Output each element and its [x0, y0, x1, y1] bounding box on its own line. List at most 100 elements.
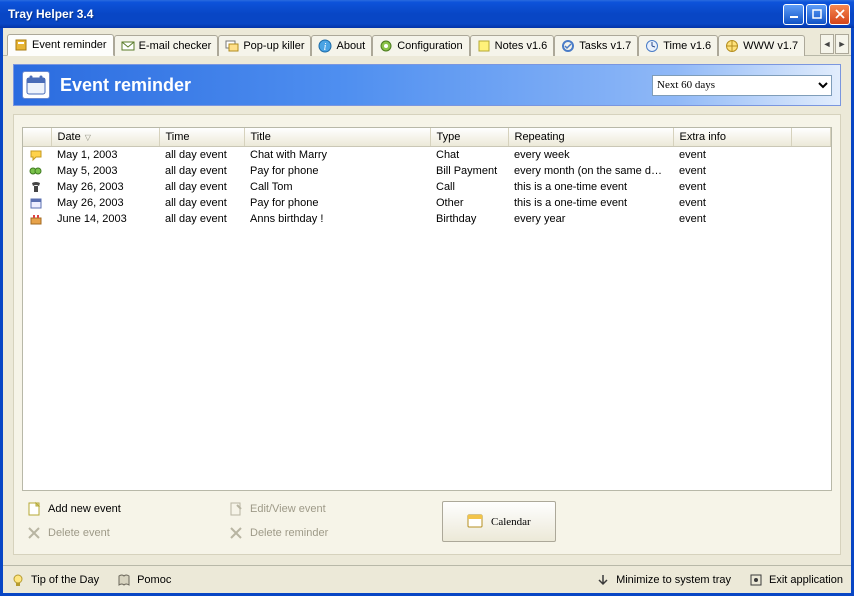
- col-title[interactable]: Title: [244, 128, 430, 147]
- svg-text:i: i: [324, 42, 327, 53]
- tab-about[interactable]: i About: [311, 35, 372, 56]
- tip-of-day-link[interactable]: Tip of the Day: [11, 573, 99, 587]
- col-icon[interactable]: [23, 128, 51, 147]
- cell-title: Anns birthday !: [244, 211, 430, 227]
- tab-scroll-right[interactable]: ►: [835, 34, 849, 54]
- tab-tasks[interactable]: Tasks v1.7: [554, 35, 638, 56]
- statusbar: Tip of the Day Pomoc Minimize to system …: [3, 565, 851, 593]
- grid-header-row: Date▽ Time Title Type Repeating Extra in…: [23, 128, 831, 147]
- cell-title: Pay for phone: [244, 195, 430, 211]
- date-filter: Next 60 days: [652, 75, 832, 96]
- add-event-link[interactable]: Add new event: [26, 501, 216, 517]
- cell-title: Call Tom: [244, 179, 430, 195]
- col-extra[interactable]: Extra info: [673, 128, 791, 147]
- cell-type: Bill Payment: [430, 163, 508, 179]
- cell-extra: event: [673, 211, 791, 227]
- cell-time: all day event: [159, 147, 244, 164]
- cell-time: all day event: [159, 211, 244, 227]
- task-icon: [561, 39, 575, 53]
- cell-type: Other: [430, 195, 508, 211]
- tab-label: Pop-up killer: [243, 40, 304, 52]
- event-type-icon: [29, 148, 43, 162]
- cell-date: June 14, 2003: [51, 211, 159, 227]
- section-title: Event reminder: [60, 75, 191, 96]
- tab-label: Configuration: [397, 40, 462, 52]
- col-date[interactable]: Date▽: [51, 128, 159, 147]
- maximize-button[interactable]: [806, 4, 827, 25]
- tab-label: WWW v1.7: [743, 40, 798, 52]
- tab-scroll: ◄ ►: [820, 34, 849, 54]
- table-row[interactable]: May 5, 2003all day eventPay for phoneBil…: [23, 163, 831, 179]
- cell-extra: event: [673, 147, 791, 164]
- cell-date: May 1, 2003: [51, 147, 159, 164]
- tab-label: E-mail checker: [139, 40, 212, 52]
- down-arrow-icon: [596, 573, 610, 587]
- grid-panel: Date▽ Time Title Type Repeating Extra in…: [13, 114, 841, 555]
- tab-event-reminder[interactable]: Event reminder: [7, 34, 114, 56]
- table-row[interactable]: May 1, 2003all day eventChat with MarryC…: [23, 147, 831, 164]
- col-type[interactable]: Type: [430, 128, 508, 147]
- new-doc-icon: [26, 501, 42, 517]
- book-icon: [117, 573, 131, 587]
- edit-icon: [228, 501, 244, 517]
- event-type-icon: [29, 196, 43, 210]
- table-row[interactable]: May 26, 2003all day eventPay for phoneOt…: [23, 195, 831, 211]
- info-icon: i: [318, 39, 332, 53]
- exit-icon: [749, 573, 763, 587]
- edit-event-link[interactable]: Edit/View event: [228, 501, 418, 517]
- clock-icon: [645, 39, 659, 53]
- delete-event-link[interactable]: Delete event: [26, 525, 216, 541]
- exit-link[interactable]: Exit application: [749, 573, 843, 587]
- calendar-button[interactable]: Calendar: [442, 501, 556, 542]
- cell-time: all day event: [159, 163, 244, 179]
- event-type-icon: [29, 164, 43, 178]
- minimize-button[interactable]: [783, 4, 804, 25]
- event-grid[interactable]: Date▽ Time Title Type Repeating Extra in…: [22, 127, 832, 491]
- cell-repeat: every month (on the same date): [508, 163, 673, 179]
- content: Event reminder Next 60 days: [3, 56, 851, 565]
- cell-time: all day event: [159, 179, 244, 195]
- tab-label: Time v1.6: [663, 40, 711, 52]
- cell-repeat: every year: [508, 211, 673, 227]
- cell-title: Pay for phone: [244, 163, 430, 179]
- tab-label: Tasks v1.7: [579, 40, 631, 52]
- tab-scroll-left[interactable]: ◄: [820, 34, 834, 54]
- event-type-icon: [29, 212, 43, 226]
- tab-www[interactable]: WWW v1.7: [718, 35, 805, 56]
- close-icon: [835, 9, 845, 19]
- cell-extra: event: [673, 195, 791, 211]
- cell-repeat: this is a one-time event: [508, 195, 673, 211]
- window-title: Tray Helper 3.4: [8, 7, 783, 21]
- table-row[interactable]: May 26, 2003all day eventCall TomCallthi…: [23, 179, 831, 195]
- tab-label: Notes v1.6: [495, 40, 548, 52]
- calendar-icon: [467, 512, 483, 531]
- tab-popup-killer[interactable]: Pop-up killer: [218, 35, 311, 56]
- client-area: Event reminder E-mail checker Pop-up kil…: [0, 28, 854, 596]
- popup-icon: [225, 39, 239, 53]
- delete-reminder-icon: [228, 525, 244, 541]
- tab-configuration[interactable]: Configuration: [372, 35, 469, 56]
- tab-email-checker[interactable]: E-mail checker: [114, 35, 219, 56]
- col-repeat[interactable]: Repeating: [508, 128, 673, 147]
- titlebar: Tray Helper 3.4: [0, 0, 854, 28]
- tab-time[interactable]: Time v1.6: [638, 35, 718, 56]
- web-icon: [725, 39, 739, 53]
- date-filter-select[interactable]: Next 60 days: [652, 75, 832, 96]
- col-time[interactable]: Time: [159, 128, 244, 147]
- section-header: Event reminder Next 60 days: [13, 64, 841, 106]
- help-link[interactable]: Pomoc: [117, 573, 171, 587]
- tab-bar: Event reminder E-mail checker Pop-up kil…: [3, 28, 851, 56]
- tab-label: About: [336, 40, 365, 52]
- minimize-icon: [789, 9, 799, 19]
- calendar-ring-icon: [22, 71, 50, 99]
- minimize-tray-link[interactable]: Minimize to system tray: [596, 573, 731, 587]
- delete-reminder-link[interactable]: Delete reminder: [228, 525, 418, 541]
- cell-repeat: every week: [508, 147, 673, 164]
- table-row[interactable]: June 14, 2003all day eventAnns birthday …: [23, 211, 831, 227]
- window-buttons: [783, 4, 850, 25]
- tab-notes[interactable]: Notes v1.6: [470, 35, 555, 56]
- maximize-icon: [812, 9, 822, 19]
- close-button[interactable]: [829, 4, 850, 25]
- bell-icon: [14, 38, 28, 52]
- event-type-icon: [29, 180, 43, 194]
